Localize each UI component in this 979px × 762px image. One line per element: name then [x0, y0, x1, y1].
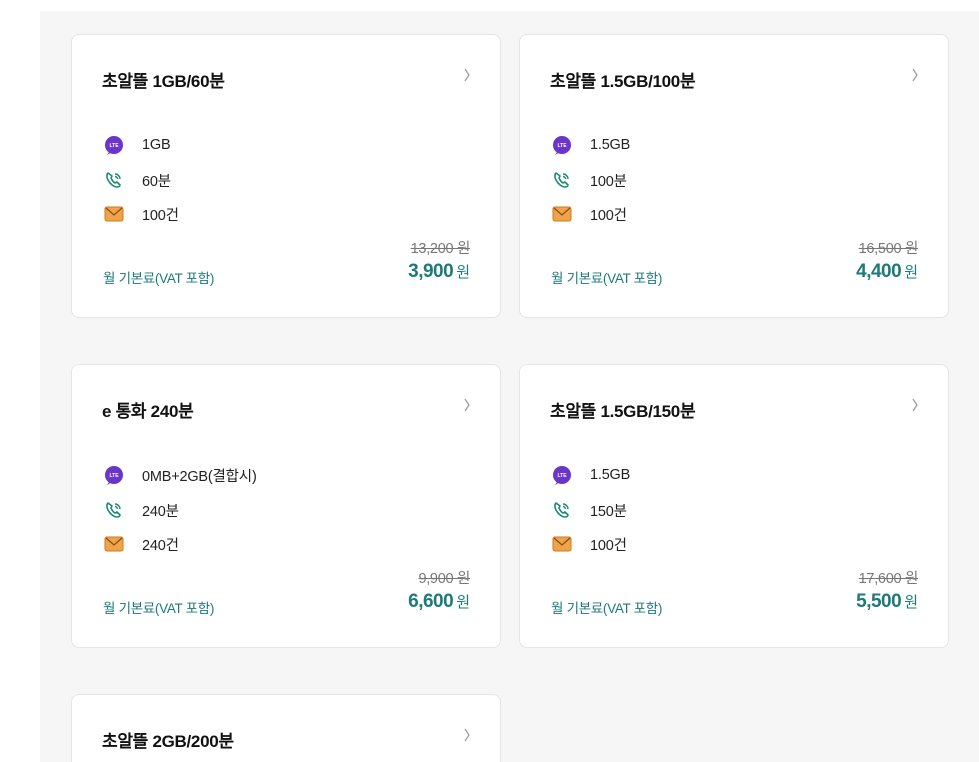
plan-title: 초알뜰 1.5GB/100분	[550, 72, 696, 91]
original-price: 17,600 원	[858, 571, 919, 587]
monthly-fee-label: 월 기본료(VAT 포함)	[103, 601, 215, 616]
plan-sms-amount: 240건	[142, 537, 179, 554]
plan-sms-row: 100건	[551, 203, 627, 225]
price-amount: 5,500	[856, 591, 902, 612]
original-price: 16,500 원	[858, 241, 919, 257]
plan-voice-row: 240분	[103, 499, 179, 521]
plan-card[interactable]: 초알뜰 1.5GB/150분 LTE 1.5GB 150분 100건 월 기본료…	[519, 364, 949, 648]
plan-sms-row: 240건	[103, 533, 179, 555]
monthly-fee-label: 월 기본료(VAT 포함)	[551, 601, 663, 616]
phone-icon	[551, 169, 573, 191]
price-amount: 3,900	[408, 261, 454, 282]
plan-voice-amount: 150분	[590, 503, 627, 520]
plan-data-row: LTE 1.5GB	[551, 134, 630, 156]
price-unit: 원	[904, 594, 918, 611]
plan-data-row: LTE 0MB+2GB(결합시)	[103, 464, 257, 486]
phone-icon	[551, 499, 573, 521]
price-unit: 원	[456, 594, 470, 611]
price-unit: 원	[456, 264, 470, 281]
price-unit: 원	[904, 264, 918, 281]
plan-data-row: LTE 1GB	[103, 134, 171, 156]
plan-title: 초알뜰 1GB/60분	[102, 72, 225, 91]
plan-voice-amount: 240분	[142, 503, 179, 520]
plan-card[interactable]: 초알뜰 1GB/60분 LTE 1GB 60분 100건 월 기본료(VAT 포…	[71, 34, 501, 318]
message-icon	[551, 533, 573, 555]
message-icon	[103, 533, 125, 555]
plan-title: 초알뜰 1.5GB/150분	[550, 402, 696, 421]
lte-icon: LTE	[103, 134, 125, 156]
plan-data-row: LTE 1.5GB	[551, 464, 630, 486]
lte-icon: LTE	[551, 134, 573, 156]
plan-title: 초알뜰 2GB/200분	[102, 732, 234, 751]
plan-voice-amount: 60분	[142, 173, 171, 190]
plan-data-amount: 1.5GB	[590, 467, 631, 483]
phone-icon	[103, 169, 125, 191]
plan-card[interactable]: e 통화 240분 LTE 0MB+2GB(결합시) 240분 240건 월 기…	[71, 364, 501, 648]
plan-voice-row: 60분	[103, 169, 171, 191]
discount-price: 4,400 원	[856, 261, 918, 283]
plan-card[interactable]: 초알뜰 2GB/200분	[71, 694, 501, 762]
plan-sms-amount: 100건	[590, 207, 627, 224]
chevron-right-icon[interactable]	[462, 68, 472, 82]
original-price: 13,200 원	[410, 241, 471, 257]
plan-sms-amount: 100건	[590, 537, 627, 554]
price-amount: 4,400	[856, 261, 902, 282]
chevron-right-icon[interactable]	[910, 398, 920, 412]
chevron-right-icon[interactable]	[910, 68, 920, 82]
price-amount: 6,600	[408, 591, 454, 612]
lte-icon-label: LTE	[109, 473, 119, 479]
chevron-right-icon[interactable]	[462, 728, 472, 742]
plan-card[interactable]: 초알뜰 1.5GB/100분 LTE 1.5GB 100분 100건 월 기본료…	[519, 34, 949, 318]
lte-icon: LTE	[103, 464, 125, 486]
plan-data-amount: 1GB	[142, 137, 171, 153]
plan-data-amount: 1.5GB	[590, 137, 631, 153]
plan-title: e 통화 240분	[102, 402, 194, 421]
original-price: 9,900 원	[418, 571, 470, 587]
message-icon	[551, 203, 573, 225]
lte-icon-label: LTE	[109, 143, 119, 149]
plan-sms-amount: 100건	[142, 207, 179, 224]
plan-voice-amount: 100분	[590, 173, 627, 190]
lte-icon-label: LTE	[557, 143, 567, 149]
plan-voice-row: 150분	[551, 499, 627, 521]
message-icon	[103, 203, 125, 225]
discount-price: 5,500 원	[856, 591, 918, 613]
plan-voice-row: 100분	[551, 169, 627, 191]
monthly-fee-label: 월 기본료(VAT 포함)	[551, 271, 663, 286]
plan-sms-row: 100건	[103, 203, 179, 225]
plan-data-amount: 0MB+2GB(결합시)	[142, 468, 257, 485]
phone-icon	[103, 499, 125, 521]
discount-price: 6,600 원	[408, 591, 470, 613]
plan-sms-row: 100건	[551, 533, 627, 555]
discount-price: 3,900 원	[408, 261, 470, 283]
chevron-right-icon[interactable]	[462, 398, 472, 412]
lte-icon: LTE	[551, 464, 573, 486]
monthly-fee-label: 월 기본료(VAT 포함)	[103, 271, 215, 286]
lte-icon-label: LTE	[557, 473, 567, 479]
